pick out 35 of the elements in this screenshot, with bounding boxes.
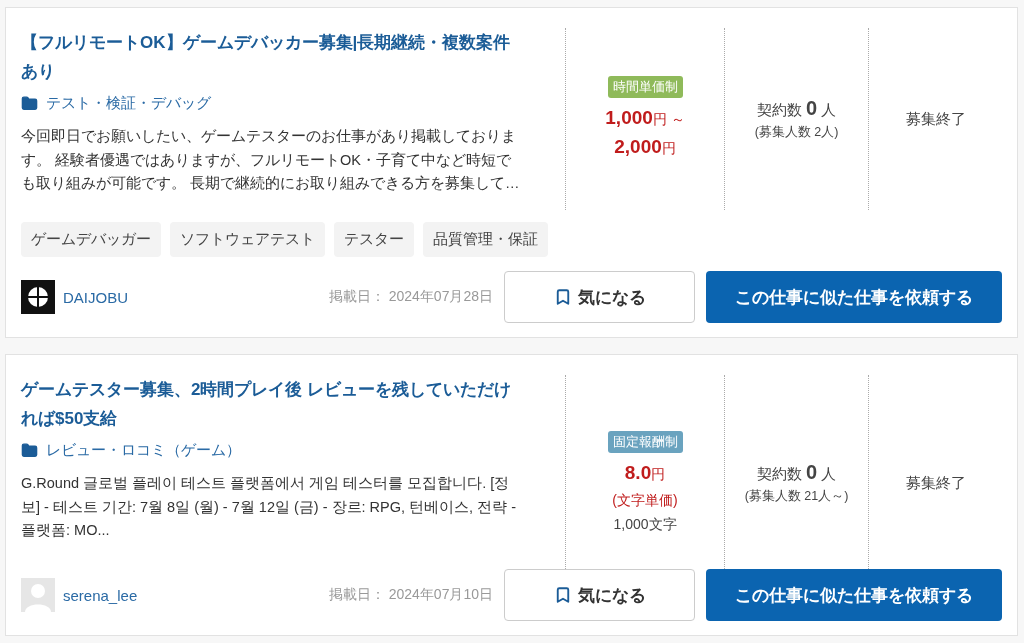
price-text: 2,000円 <box>613 135 677 159</box>
contract-count: 契約数 0 人 <box>756 461 837 484</box>
pay-type-badge: 時間単価制 <box>607 76 683 98</box>
request-button[interactable]: この仕事に似た仕事を依頼する <box>706 271 1002 323</box>
status-text: 募集終了 <box>905 109 966 129</box>
bookmark-button[interactable]: 気になる <box>504 569 695 621</box>
category-link[interactable]: レビュー・ロコミ（ゲーム） <box>46 441 241 460</box>
category-link[interactable]: テスト・検証・デバッグ <box>46 94 211 113</box>
job-title[interactable]: ゲームテスター募集、2時間プレイ後 レビューを残していただければ$50支給 <box>21 375 523 433</box>
folder-icon <box>21 95 38 112</box>
price-note: (文字単価) <box>612 490 678 510</box>
price-text: 8.0円 <box>624 460 666 485</box>
pay-type-badge: 固定報酬制 <box>607 430 683 453</box>
recruit-count: (募集人数 2人) <box>754 124 839 141</box>
skill-tag[interactable]: ゲームデバッガー <box>21 222 161 257</box>
job-title[interactable]: 【フルリモートOK】ゲームデバッカー募集|長期継続・複数案件あり <box>21 28 523 86</box>
price-text: 1,000円 ～ <box>605 106 685 130</box>
folder-icon <box>21 442 38 459</box>
posted-date: 掲載日： 2024年07月28日 <box>328 288 493 306</box>
posted-date: 掲載日： 2024年07月10日 <box>328 586 493 604</box>
client-name[interactable]: serena_lee <box>63 586 138 604</box>
recruit-count: (募集人数 21人～) <box>744 488 849 505</box>
contract-count: 契約数 0 人 <box>756 97 837 120</box>
bookmark-button[interactable]: 気になる <box>504 271 695 323</box>
skill-tag[interactable]: テスター <box>334 222 414 257</box>
client-logo <box>21 280 55 314</box>
job-description: 今回即日でお願いしたい、ゲームテスターのお仕事があり掲載しております。 経験者優遇ではありますが、フルリモートOK・子育て中など時短でも取り組みが可能です。 長期で継続的にお取り組みできる方を募集して… <box>21 127 521 193</box>
status-text: 募集終了 <box>905 473 966 493</box>
skill-tag[interactable]: 品質管理・保証 <box>423 222 548 257</box>
avatar-icon <box>21 578 55 612</box>
job-description: G.Round 글로벌 플레이 테스트 플랫폼에서 게임 테스터를 모집합니다. [정보] - 테스트 기간: 7월 8일 (월) - 7월 12일 (금) - 장르: RPG, 턴베이스, 전략 -플랫폼: MO... <box>21 474 517 540</box>
request-button[interactable]: この仕事に似た仕事を依頼する <box>706 569 1002 621</box>
skill-tag[interactable]: ソフトウェアテスト <box>170 222 325 257</box>
client-name[interactable]: DAIJOBU <box>63 288 128 306</box>
word-count: 1,000文字 <box>613 514 677 534</box>
